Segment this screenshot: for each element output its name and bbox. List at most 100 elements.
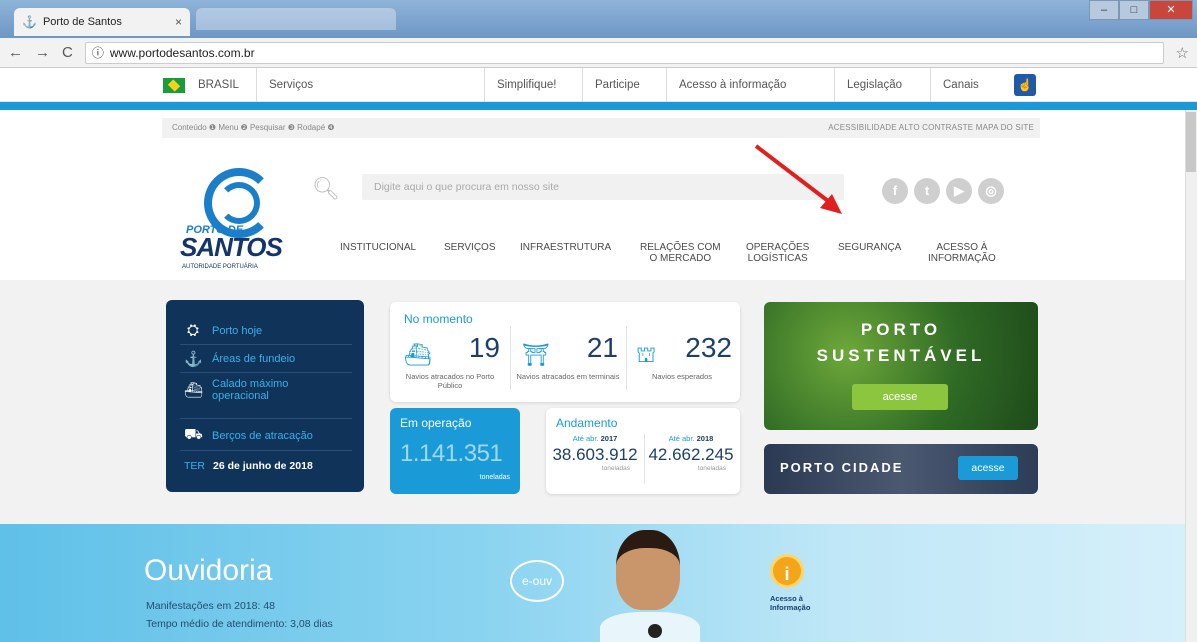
em-operacao-value: 1.141.351: [400, 440, 503, 467]
andamento-value: 38.603.912: [552, 445, 638, 464]
reload-icon[interactable]: C: [62, 44, 73, 61]
ship-front-icon: ⛴: [184, 382, 204, 399]
nav-label: RELAÇÕES COM: [640, 242, 721, 253]
youtube-icon[interactable]: ▶: [946, 178, 972, 204]
terminal-ship-icon: ⛩: [522, 342, 550, 367]
minimize-icon[interactable]: –: [1089, 0, 1119, 20]
skip-links[interactable]: Conteúdo ❶ Menu ❷ Pesquisar ❸ Rodapé ❹: [172, 123, 335, 132]
facebook-icon[interactable]: f: [882, 178, 908, 204]
govbar-brasil[interactable]: BRASIL: [186, 68, 251, 102]
cidade-title: PORTO CIDADE: [780, 460, 904, 475]
brazil-flag-icon: [163, 78, 185, 93]
attendant-head: [616, 530, 680, 610]
andamento-value: 42.662.245: [648, 445, 734, 464]
quick-link-label: Porto hoje: [212, 324, 263, 337]
quick-link-porto-hoje[interactable]: ⛭ Porto hoje: [184, 322, 262, 339]
url-field[interactable]: ⓘ www.portodesantos.com.br: [84, 41, 1164, 64]
info-label-1: Acesso à: [770, 594, 803, 603]
stat-value: 19: [468, 332, 500, 363]
em-operacao-card[interactable]: Em operação 1.141.351 toneladas: [390, 408, 520, 494]
nav-operacoes-logisticas[interactable]: OPERAÇÕES LOGÍSTICAS: [746, 242, 809, 264]
nav-label: INSTITUCIONAL: [340, 242, 417, 253]
stat-value: 232: [685, 332, 732, 363]
instagram-icon[interactable]: ◎: [978, 178, 1004, 204]
nav-label: ACESSO À: [936, 242, 988, 253]
nav-infraestrutura[interactable]: INFRAESTRUTURA: [520, 242, 611, 253]
nav-institucional[interactable]: INSTITUCIONAL: [340, 242, 416, 253]
page-scrollbar[interactable]: [1185, 110, 1197, 642]
nav-relacoes-mercado[interactable]: RELAÇÕES COM O MERCADO: [640, 242, 721, 264]
porto-cidade-banner[interactable]: PORTO CIDADE acesse: [764, 444, 1038, 494]
background-tab[interactable]: [196, 8, 396, 30]
period-year: 2018: [696, 434, 714, 443]
stat-porto-publico[interactable]: ⛴ 19 Navios atracados no Porto Público: [394, 332, 506, 402]
porto-sustentavel-banner[interactable]: PORTO SUSTENTÁVEL acesse: [764, 302, 1038, 430]
govbar-acesso-informacao[interactable]: Acesso à informação: [666, 68, 798, 102]
andamento-card[interactable]: Andamento Até abr. 2017 38.603.912 tonel…: [546, 408, 740, 494]
bookmark-star-icon[interactable]: ☆: [1176, 44, 1189, 62]
maximize-icon[interactable]: □: [1119, 0, 1149, 20]
govbar-canais[interactable]: Canais: [930, 68, 991, 102]
tab-close-icon[interactable]: ×: [175, 15, 182, 29]
weekday: TER: [184, 460, 205, 472]
sustentavel-acesse-button[interactable]: acesse: [852, 384, 948, 410]
stat-terminais[interactable]: ⛩ 21 Navios atracados em terminais: [512, 332, 624, 402]
period-prefix: Até abr.: [572, 434, 599, 443]
ouvidoria-banner: Ouvidoria Manifestações em 2018: 48 Temp…: [0, 524, 1197, 642]
info-icon[interactable]: ⓘ: [92, 44, 104, 61]
cidade-acesse-button[interactable]: acesse: [958, 456, 1018, 480]
andamento-unit: toneladas: [601, 465, 630, 472]
banner-line1: PORTO: [860, 320, 942, 339]
ouvidoria-manifestacoes: Manifestações em 2018: 48: [146, 600, 275, 612]
nav-servicos[interactable]: SERVIÇOS: [444, 242, 496, 253]
stat-value: 21: [586, 332, 618, 363]
banner-line2: SUSTENTÁVEL: [816, 346, 986, 365]
anchor-icon: ⚓: [184, 351, 203, 368]
header-stripe: [0, 102, 1197, 110]
back-icon[interactable]: ←: [8, 44, 23, 61]
date-text: 26 de junho de 2018: [213, 460, 313, 472]
divider: [510, 326, 511, 390]
quick-link-calado[interactable]: ⛴ Calado máximo operacional: [184, 378, 334, 402]
quick-link-label: Berços de atracação: [212, 429, 313, 442]
logo-line2: SANTOS: [180, 232, 283, 262]
twitter-icon[interactable]: t: [914, 178, 940, 204]
andamento-period: Até abr. 2018: [646, 434, 736, 443]
search-icon[interactable]: 🔍︎: [312, 176, 340, 202]
browser-tab[interactable]: ⚓ Porto de Santos ×: [14, 8, 190, 36]
period-prefix: Até abr.: [668, 434, 695, 443]
logo-swirl-inner: [218, 182, 260, 224]
quick-link-bercos[interactable]: ⛟ Berços de atracação: [184, 426, 313, 445]
nav-label: OPERAÇÕES: [746, 242, 810, 253]
quick-link-label: Calado máximo operacional: [212, 378, 289, 402]
window-controls: – □ ✕: [1089, 0, 1193, 20]
accessibility-hand-icon[interactable]: ☝: [1014, 74, 1036, 96]
quick-link-label: Áreas de fundeio: [212, 353, 296, 365]
nav-label-2: LOGÍSTICAS: [747, 253, 808, 264]
govbar-legislacao[interactable]: Legislação: [834, 68, 914, 102]
info-icon[interactable]: i: [770, 554, 804, 588]
no-momento-title: No momento: [404, 312, 473, 326]
waiting-ship-icon: ⛫: [636, 342, 657, 367]
govbar-participe[interactable]: Participe: [582, 68, 652, 102]
porto-de-santos-logo[interactable]: PORTO DE SANTOS AUTORIDADE PORTUÁRIA: [174, 168, 284, 278]
andamento-2018: Até abr. 2018 42.662.245 toneladas: [646, 434, 736, 472]
govbar-servicos[interactable]: Serviços: [256, 68, 325, 102]
stat-label: Navios esperados: [651, 372, 713, 381]
info-label-2: Informação: [770, 603, 811, 612]
e-ouv-badge[interactable]: e-ouv: [510, 560, 564, 602]
forward-icon[interactable]: →: [35, 44, 50, 61]
govbar-simplifique[interactable]: Simplifique!: [484, 68, 568, 102]
em-operacao-unit: toneladas: [479, 474, 510, 481]
utility-links[interactable]: ACESSIBILIDADE ALTO CONTRASTE MAPA DO SI…: [828, 123, 1034, 132]
nav-seguranca[interactable]: SEGURANÇA: [838, 242, 901, 253]
window-close-icon[interactable]: ✕: [1149, 0, 1193, 20]
andamento-unit: toneladas: [697, 465, 726, 472]
quick-link-areas-fundeio[interactable]: ⚓ Áreas de fundeio: [184, 350, 295, 368]
nav-acesso-informacao[interactable]: ACESSO À INFORMAÇÃO: [928, 242, 996, 264]
divider: [180, 372, 352, 373]
stat-esperados[interactable]: ⛫ 232 Navios esperados: [626, 332, 738, 402]
nav-label: SEGURANÇA: [838, 242, 902, 253]
scrollbar-thumb[interactable]: [1186, 112, 1196, 172]
acesso-informacao-link[interactable]: Acesso à Informação: [770, 594, 810, 612]
